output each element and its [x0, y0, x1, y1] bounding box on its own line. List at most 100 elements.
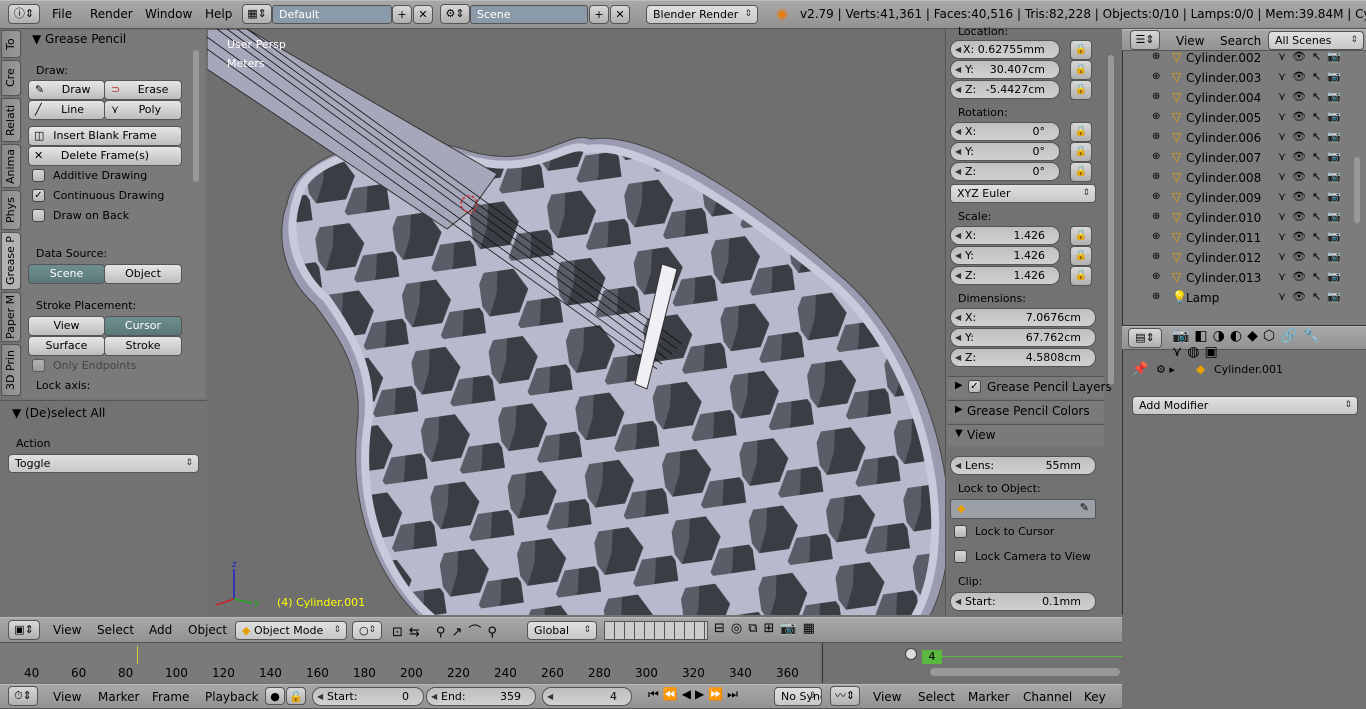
- visibility-icons[interactable]: ⋎👁↖📷: [1278, 130, 1347, 143]
- placement-stroke-button[interactable]: Stroke: [104, 336, 182, 356]
- lock-location-x-icon[interactable]: 🔒: [1070, 40, 1092, 60]
- outliner-scrollbar[interactable]: [1354, 157, 1360, 223]
- properties-editor-icon[interactable]: ▤⇕: [1128, 328, 1162, 348]
- add-scene-icon[interactable]: +: [589, 5, 609, 24]
- scene-field[interactable]: Scene: [470, 5, 588, 24]
- lock-to-cursor-checkbox[interactable]: [954, 525, 967, 538]
- expand-icon[interactable]: ⊕: [1152, 111, 1160, 122]
- line-button[interactable]: ╱ Line: [28, 100, 105, 120]
- expand-icon[interactable]: ⊕: [1152, 291, 1160, 302]
- placement-cursor-button[interactable]: Cursor: [104, 316, 182, 336]
- snap-and-render-icons[interactable]: ⊟◎⧉⊞📷▦: [714, 621, 821, 636]
- timeline-editor-icon[interactable]: ⏱⇕: [8, 686, 38, 706]
- expand-icon[interactable]: ⊕: [1152, 151, 1160, 162]
- outliner-item[interactable]: ⊕ ▽ Cylinder.010 ⋎👁↖📷: [1128, 209, 1350, 229]
- additive-drawing-checkbox[interactable]: [32, 169, 45, 182]
- rotation-y-field[interactable]: ◀ Y: 0°: [950, 142, 1060, 161]
- dopesheet-scrollbar[interactable]: [930, 668, 1120, 676]
- 3d-view-editor-icon[interactable]: ▣⇕: [8, 620, 40, 640]
- grease-pencil-panel-title[interactable]: ▼ Grease Pencil: [32, 32, 126, 46]
- object-mode-select[interactable]: ◆ Object Mode: [235, 621, 347, 640]
- dopesheet-menu-channel[interactable]: Channel: [1023, 690, 1072, 704]
- insert-blank-frame-button[interactable]: ◫ Insert Blank Frame: [28, 126, 182, 146]
- menu-file[interactable]: File: [52, 7, 72, 21]
- tool-shelf-scrollbar[interactable]: [193, 50, 199, 182]
- visibility-icons[interactable]: ⋎👁↖📷: [1278, 190, 1347, 203]
- location-y-field[interactable]: ◀ Y: 30.407cm: [950, 60, 1060, 79]
- tab-tools[interactable]: To: [1, 30, 21, 58]
- draw-button[interactable]: ✎ Draw: [28, 80, 105, 100]
- outliner-editor-icon[interactable]: ☰⇕: [1130, 30, 1160, 50]
- scale-x-field[interactable]: ◀ X: 1.426: [950, 226, 1060, 245]
- lens-field[interactable]: ◀ Lens: 55mm: [950, 456, 1096, 475]
- expand-icon[interactable]: ⊕: [1152, 271, 1160, 282]
- placement-surface-button[interactable]: Surface: [28, 336, 105, 356]
- outliner-item[interactable]: ⊕ ▽ Cylinder.007 ⋎👁↖📷: [1128, 149, 1350, 169]
- outliner-item[interactable]: ⊕ ▽ Cylinder.004 ⋎👁↖📷: [1128, 89, 1350, 109]
- placement-view-button[interactable]: View: [28, 316, 105, 336]
- lock-rotation-y-icon[interactable]: 🔒: [1070, 142, 1092, 162]
- expand-icon[interactable]: ⊕: [1152, 231, 1160, 242]
- timeline-menu-frame[interactable]: Frame: [152, 690, 189, 704]
- tab-physics[interactable]: Phys: [1, 190, 21, 230]
- end-frame-field[interactable]: ◀ End: 359: [426, 687, 536, 706]
- menu-render[interactable]: Render: [90, 7, 133, 21]
- outliner-item[interactable]: ⊕ ▽ Cylinder.003 ⋎👁↖📷: [1128, 69, 1350, 89]
- transform-orientation-select[interactable]: Global: [527, 621, 597, 640]
- lock-location-z-icon[interactable]: 🔒: [1070, 80, 1092, 100]
- view3d-menu-select[interactable]: Select: [97, 623, 134, 637]
- rotation-mode-select[interactable]: XYZ Euler: [950, 184, 1096, 203]
- outliner-item[interactable]: ⊕ ▽ Cylinder.005 ⋎👁↖📷: [1128, 109, 1350, 129]
- outliner-item[interactable]: ⊕ 💡 Lamp ⋎👁↖📷: [1128, 289, 1350, 309]
- tab-paper-model[interactable]: Paper M: [1, 292, 21, 342]
- dopesheet-menu-select[interactable]: Select: [918, 690, 955, 704]
- scale-y-field[interactable]: ◀ Y: 1.426: [950, 246, 1060, 265]
- outliner-item[interactable]: ⊕ ▽ Cylinder.008 ⋎👁↖📷: [1128, 169, 1350, 189]
- properties-context-tabs[interactable]: 📷◧◑◐◆⬡🔗🔧⋎◍▣: [1172, 328, 1366, 360]
- visibility-icons[interactable]: ⋎👁↖📷: [1278, 150, 1347, 163]
- gp-layers-checkbox[interactable]: ✓: [968, 380, 981, 393]
- dopesheet-menu-marker[interactable]: Marker: [968, 690, 1009, 704]
- outliner-menu-view[interactable]: View: [1176, 34, 1204, 48]
- keying-lock-icon[interactable]: 🔒: [286, 687, 306, 705]
- add-layout-icon[interactable]: +: [392, 5, 412, 24]
- visibility-icons[interactable]: ⋎👁↖📷: [1278, 90, 1347, 103]
- expand-icon[interactable]: ⊕: [1152, 71, 1160, 82]
- tab-grease-pencil[interactable]: Grease P: [1, 232, 21, 290]
- tab-relations[interactable]: Relati: [1, 98, 21, 142]
- record-icon[interactable]: ●: [265, 687, 285, 705]
- render-engine-select[interactable]: Blender Render: [646, 5, 758, 24]
- dimension-z-field[interactable]: ◀ Z: 4.5808cm: [950, 348, 1096, 367]
- expand-icon[interactable]: ⊕: [1152, 91, 1160, 102]
- erase-button[interactable]: ⊃ Erase: [104, 80, 182, 100]
- tab-3d-print[interactable]: 3D Prin: [1, 344, 21, 396]
- expand-icon[interactable]: ⊕: [1152, 211, 1160, 222]
- current-frame-field[interactable]: ◀ 4: [542, 687, 632, 706]
- visibility-icons[interactable]: ⋎👁↖📷: [1278, 70, 1347, 83]
- outliner-item[interactable]: ⊕ ▽ Cylinder.006 ⋎👁↖📷: [1128, 129, 1350, 149]
- dimension-x-field[interactable]: ◀ X: 7.0676cm: [950, 308, 1096, 327]
- properties-scrollbar[interactable]: [1108, 55, 1114, 385]
- timeline-menu-playback[interactable]: Playback: [205, 690, 259, 704]
- eyedropper-icon[interactable]: ✎: [1080, 501, 1089, 514]
- operator-panel-title[interactable]: ▼ (De)select All: [12, 406, 105, 420]
- layout-field[interactable]: Default: [272, 5, 392, 24]
- dopesheet-menu-view[interactable]: View: [873, 690, 901, 704]
- expand-icon[interactable]: ⊕: [1152, 131, 1160, 142]
- scale-z-field[interactable]: ◀ Z: 1.426: [950, 266, 1060, 285]
- layout-icon[interactable]: ▦⇕: [242, 4, 272, 24]
- outliner-item[interactable]: ⊕ ▽ Cylinder.011 ⋎👁↖📷: [1128, 229, 1350, 249]
- dimension-y-field[interactable]: ◀ Y: 67.762cm: [950, 328, 1096, 347]
- outliner-item[interactable]: ⊕ ▽ Cylinder.012 ⋎👁↖📷: [1128, 249, 1350, 269]
- outliner-item[interactable]: ⊕ ▽ Cylinder.002 ⋎👁↖📷: [1128, 49, 1350, 69]
- action-select[interactable]: Toggle: [8, 454, 199, 473]
- timeline-menu-view[interactable]: View: [53, 690, 81, 704]
- clip-start-field[interactable]: ◀ Start: 0.1mm: [950, 592, 1096, 611]
- lock-scale-y-icon[interactable]: 🔒: [1070, 246, 1092, 266]
- lock-scale-z-icon[interactable]: 🔒: [1070, 266, 1092, 286]
- location-x-field[interactable]: ◀ X: 0.62755mm: [950, 40, 1060, 59]
- visibility-icons[interactable]: ⋎👁↖📷: [1278, 250, 1347, 263]
- rotation-x-field[interactable]: ◀ X: 0°: [950, 122, 1060, 141]
- visibility-icons[interactable]: ⋎👁↖📷: [1278, 110, 1347, 123]
- info-editor-icon[interactable]: ⓘ⇕: [8, 4, 40, 24]
